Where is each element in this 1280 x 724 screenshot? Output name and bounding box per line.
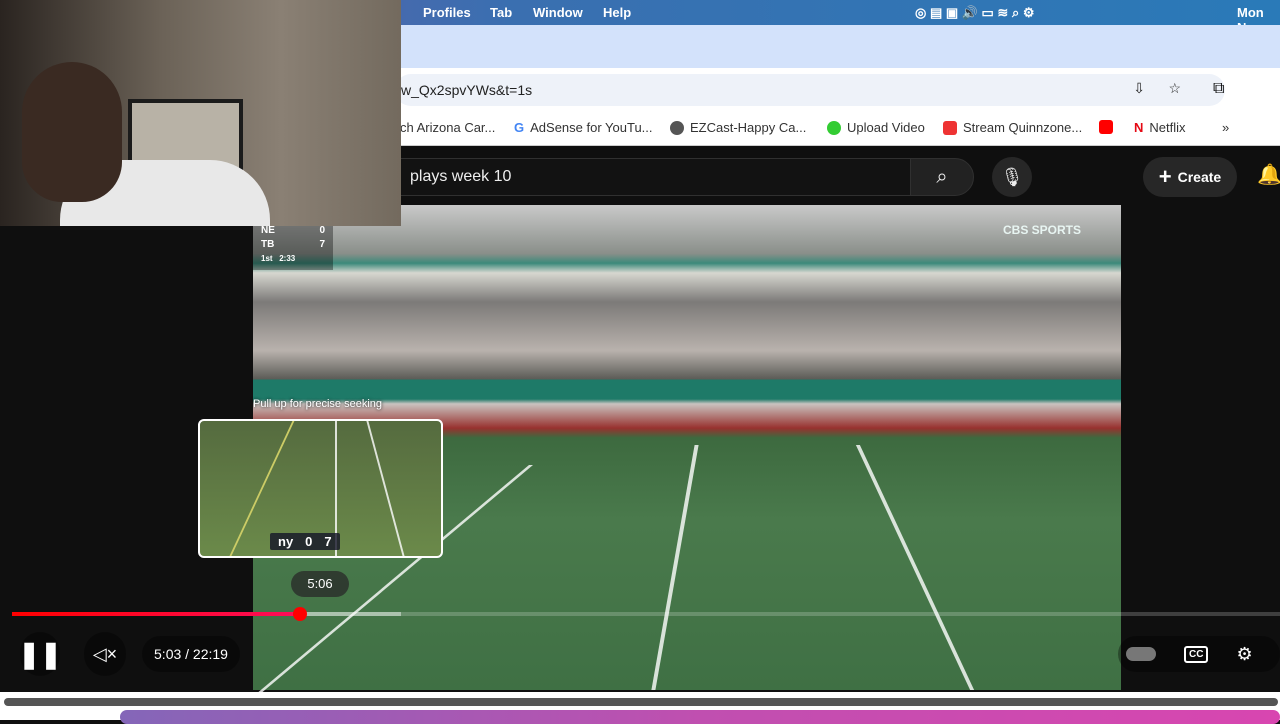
search-button[interactable]: ⌕: [910, 158, 974, 196]
soundcloud-icon: [943, 120, 957, 135]
yard-line: [651, 445, 699, 690]
bookmark-arizona[interactable]: ch Arizona Car...: [400, 120, 495, 135]
progress-bar[interactable]: [12, 607, 1280, 621]
youtube-icon: [1099, 120, 1113, 134]
menu-window[interactable]: Window: [533, 5, 583, 20]
install-app-icon[interactable]: ⇩: [1133, 80, 1145, 97]
seek-time-tooltip: 5:06: [291, 571, 349, 597]
voice-search-button[interactable]: 🎙: [992, 157, 1032, 197]
captions-icon[interactable]: CC: [1184, 645, 1209, 663]
time-display: 5:03 / 22:19: [142, 636, 240, 672]
bookmark-netflix[interactable]: N Netflix: [1134, 120, 1186, 135]
search-value: plays week 10: [410, 168, 512, 185]
mute-button[interactable]: ◁×: [84, 632, 126, 676]
right-controls: CC ⚙: [1118, 636, 1280, 672]
played-bar: [12, 612, 300, 616]
time-text: 5:03 / 22:19: [154, 646, 228, 662]
scorebug: NE 0 TB 7 1st 2:33: [253, 222, 333, 270]
notifications-bell-icon[interactable]: 🔔: [1257, 162, 1280, 187]
team-2: TB: [261, 239, 275, 250]
bookmark-label: Upload Video: [847, 120, 925, 135]
seek-preview-thumbnail: ny 0 7: [198, 419, 443, 558]
yard-line: [366, 421, 406, 556]
score-1: 0: [319, 225, 325, 236]
person-head: [22, 62, 122, 202]
menu-help[interactable]: Help: [603, 5, 631, 20]
bookmark-ezcast[interactable]: EZCast-Happy Ca...: [670, 120, 806, 135]
bookmark-upload[interactable]: Upload Video: [827, 120, 925, 135]
bookmark-label: Netflix: [1149, 120, 1186, 135]
create-button[interactable]: + Create: [1143, 157, 1237, 197]
team-1: NE: [261, 225, 275, 236]
bookmark-adsense[interactable]: G AdSense for YouTu...: [514, 120, 653, 135]
scrubber-handle[interactable]: [292, 607, 307, 621]
dock: [120, 710, 1280, 724]
bookmark-label: ch Arizona Car...: [400, 120, 496, 135]
game-clock: 2:33: [279, 254, 296, 263]
preview-score-1: 0: [305, 534, 313, 549]
score-2: 7: [319, 239, 325, 250]
microphone-icon: 🎙: [1000, 167, 1024, 187]
seek-hint: Pull up for precise seeking: [253, 398, 383, 410]
preview-team: ny: [278, 534, 294, 549]
search-icon: ⌕: [936, 166, 948, 188]
url-text[interactable]: w_Qx2spvYWs&t=1s: [401, 82, 532, 98]
bookmark-youtube[interactable]: [1099, 120, 1113, 134]
bookmark-stream[interactable]: Stream Quinnzone...: [943, 120, 1082, 135]
quarter: 1st: [261, 254, 273, 263]
address-bar[interactable]: w_Qx2spvYWs&t=1s ⇩ ☆: [395, 74, 1225, 106]
autoplay-toggle[interactable]: [1126, 647, 1156, 661]
volume-muted-icon: ◁×: [92, 643, 118, 664]
extensions-icon[interactable]: ⧉: [1213, 80, 1224, 98]
preview-scorebug: ny 0 7: [270, 533, 340, 550]
pause-button[interactable]: ❚❚: [18, 632, 62, 676]
google-icon: G: [514, 120, 525, 135]
status-icons[interactable]: ◎ ▤ ▣ 🔊 ▭ ≋ ⌕ ⚙: [915, 5, 1035, 21]
horizontal-scrollbar[interactable]: [4, 698, 1278, 706]
yard-line: [855, 445, 975, 690]
netflix-icon: N: [1134, 120, 1144, 135]
settings-gear-icon[interactable]: ⚙: [1236, 644, 1252, 665]
menu-profiles[interactable]: Profiles: [423, 5, 471, 20]
bookmark-label: AdSense for YouTu...: [530, 120, 653, 135]
globe-icon: [670, 120, 684, 135]
upload-icon: [827, 120, 841, 135]
search-input[interactable]: plays week 10: [395, 158, 910, 196]
bookmark-label: Stream Quinnzone...: [963, 120, 1083, 135]
preview-score-2: 7: [324, 534, 332, 549]
network-logo: CBS SPORTS: [1003, 223, 1082, 237]
plus-icon: +: [1158, 164, 1172, 189]
menu-tab[interactable]: Tab: [490, 5, 512, 20]
create-label: Create: [1177, 169, 1222, 185]
bookmarks-overflow[interactable]: »: [1222, 120, 1229, 135]
pause-icon: ❚❚: [18, 638, 62, 669]
bookmark-star-icon[interactable]: ☆: [1168, 80, 1181, 97]
webcam-overlay: [0, 0, 401, 226]
bookmark-label: EZCast-Happy Ca...: [690, 120, 807, 135]
